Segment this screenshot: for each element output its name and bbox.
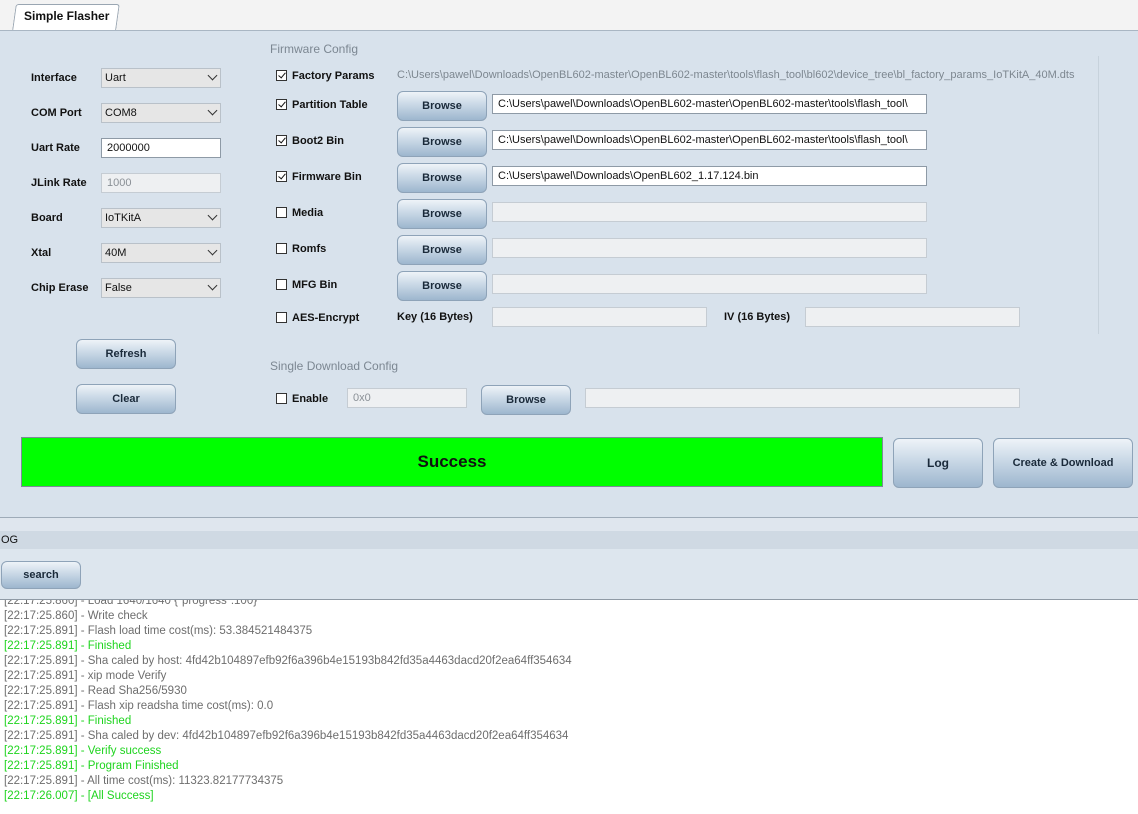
mfg-bin-label: MFG Bin	[292, 279, 338, 291]
interface-select[interactable]: Uart	[101, 68, 221, 88]
log-line: [22:17:25.891] - Flash load time cost(ms…	[4, 625, 313, 637]
refresh-button[interactable]: Refresh	[76, 339, 176, 369]
log-line: [22:17:25.891] - xip mode Verify	[4, 670, 167, 682]
romfs-browse-button[interactable]: Browse	[397, 235, 487, 265]
chip-erase-value: False	[105, 282, 132, 294]
jlink-rate-label: JLink Rate	[31, 177, 87, 189]
firmware-bin-checkbox[interactable]	[276, 171, 287, 182]
com-port-select[interactable]: COM8	[101, 103, 221, 123]
partition-table-checkbox[interactable]	[276, 99, 287, 110]
firmware-bin-browse-button[interactable]: Browse	[397, 163, 487, 193]
log-line: [22:17:25.891] - Program Finished	[4, 760, 179, 772]
aes-key-label: Key (16 Bytes)	[397, 311, 473, 323]
mfg-bin-checkbox[interactable]	[276, 279, 287, 290]
log-line: [22:17:25.891] - Sha caled by host: 4fd4…	[4, 655, 572, 667]
boot2-bin-checkbox[interactable]	[276, 135, 287, 146]
log-line: [22:17:25.891] - Verify success	[4, 745, 162, 757]
firmware-bin-label: Firmware Bin	[292, 171, 362, 183]
group-divider	[1097, 56, 1099, 334]
log-line: [22:17:25.891] - Sha caled by dev: 4fd42…	[4, 730, 569, 742]
tab-label: Simple Flasher	[24, 9, 110, 23]
partition-table-browse-button[interactable]: Browse	[397, 91, 487, 121]
chip-erase-select[interactable]: False	[101, 278, 221, 298]
mfg-bin-path-input	[492, 274, 927, 294]
search-button[interactable]: search	[1, 561, 81, 589]
log-button[interactable]: Log	[893, 438, 983, 488]
log-line: [22:17:25.891] - Finished	[4, 715, 132, 727]
partition-table-path-input[interactable]: C:\Users\pawel\Downloads\OpenBL602-maste…	[492, 94, 927, 114]
tab-strip	[0, 0, 1138, 31]
xtal-label: Xtal	[31, 247, 52, 259]
media-browse-button[interactable]: Browse	[397, 199, 487, 229]
single-download-enable-checkbox[interactable]	[276, 393, 287, 404]
factory-params-path: C:\Users\pawel\Downloads\OpenBL602-maste…	[397, 69, 1075, 81]
aes-encrypt-checkbox[interactable]	[276, 312, 287, 323]
interface-value: Uart	[105, 72, 126, 84]
clear-button[interactable]: Clear	[76, 384, 176, 414]
chevron-down-icon	[207, 245, 218, 256]
single-download-path-input	[585, 388, 1020, 408]
romfs-label: Romfs	[292, 243, 327, 255]
log-line: [22:17:25.891] - All time cost(ms): 1132…	[4, 775, 284, 787]
board-label: Board	[31, 212, 63, 224]
single-download-address-input: 0x0	[347, 388, 467, 408]
uart-rate-label: Uart Rate	[31, 142, 80, 154]
romfs-path-input	[492, 238, 927, 258]
board-value: IoTKitA	[105, 212, 142, 224]
romfs-checkbox[interactable]	[276, 243, 287, 254]
boot2-bin-browse-button[interactable]: Browse	[397, 127, 487, 157]
aes-iv-label: IV (16 Bytes)	[724, 311, 791, 323]
log-header: OG	[0, 531, 1138, 549]
firmware-config-title: Firmware Config	[270, 42, 359, 56]
log-line: [22:17:25.891] - Finished	[4, 640, 132, 652]
com-port-label: COM Port	[31, 107, 82, 119]
xtal-value: 40M	[105, 247, 127, 259]
uart-rate-input[interactable]: 2000000	[101, 138, 221, 158]
chevron-down-icon	[207, 210, 218, 221]
log-line: [22:17:25.891] - Flash xip readsha time …	[4, 700, 274, 712]
aes-encrypt-label: AES-Encrypt	[292, 312, 360, 324]
chip-erase-label: Chip Erase	[31, 282, 89, 294]
log-toolbar	[0, 549, 1138, 599]
boot2-bin-path-input[interactable]: C:\Users\pawel\Downloads\OpenBL602-maste…	[492, 130, 927, 150]
chevron-down-icon	[207, 70, 218, 81]
media-checkbox[interactable]	[276, 207, 287, 218]
aes-key-input	[492, 307, 707, 327]
single-download-title: Single Download Config	[270, 359, 399, 373]
partition-table-label: Partition Table	[292, 99, 368, 111]
board-select[interactable]: IoTKitA	[101, 208, 221, 228]
aes-iv-input	[805, 307, 1020, 327]
log-line: [22:17:25.860] - Load 1640/1640 {"progre…	[4, 599, 258, 607]
media-label: Media	[292, 207, 324, 219]
boot2-bin-label: Boot2 Bin	[292, 135, 344, 147]
create-download-button[interactable]: Create & Download	[993, 438, 1133, 488]
log-line: [22:17:25.891] - Read Sha256/5930	[4, 685, 187, 697]
mfg-bin-browse-button[interactable]: Browse	[397, 271, 487, 301]
log-line: [22:17:25.860] - Write check	[4, 610, 148, 622]
firmware-bin-path-input[interactable]: C:\Users\pawel\Downloads\OpenBL602_1.17.…	[492, 166, 927, 186]
log-output[interactable]: [22:17:25.860] - Load 1640/1640 {"progre…	[0, 599, 1138, 814]
com-port-value: COM8	[105, 107, 137, 119]
media-path-input	[492, 202, 927, 222]
chevron-down-icon	[207, 105, 218, 116]
xtal-select[interactable]: 40M	[101, 243, 221, 263]
factory-params-checkbox[interactable]	[276, 70, 287, 81]
chevron-down-icon	[207, 280, 218, 291]
log-lines: [22:17:25.860] - Load 1640/1640 {"progre…	[0, 599, 1138, 804]
factory-params-label: Factory Params	[292, 70, 375, 82]
interface-label: Interface	[31, 72, 77, 84]
single-download-enable-label: Enable	[292, 393, 329, 405]
log-line: [22:17:26.007] - [All Success]	[4, 790, 154, 802]
single-download-browse-button[interactable]: Browse	[481, 385, 571, 415]
jlink-rate-input: 1000	[101, 173, 221, 193]
status-bar: Success	[21, 437, 883, 487]
